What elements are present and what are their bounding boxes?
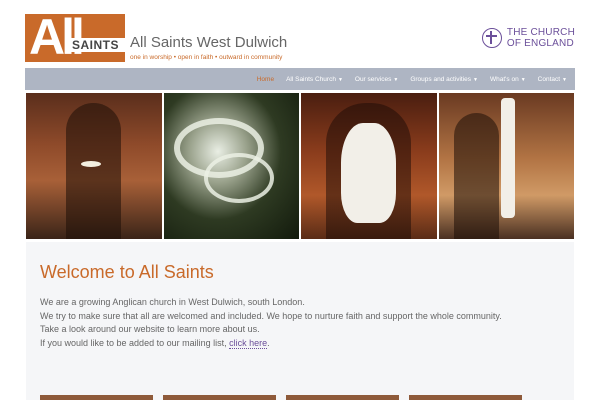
nav-label: All Saints Church: [286, 75, 336, 83]
nav-item-all-saints-church[interactable]: All Saints Church ▼: [286, 76, 343, 83]
site-header: All SAINTS All Saints West Dulwich one i…: [25, 14, 575, 66]
caret-down-icon: ▼: [473, 76, 478, 83]
gallery-photo-water: [163, 93, 299, 239]
welcome-body: We are a growing Anglican church in West…: [40, 296, 502, 350]
welcome-line: We try to make sure that all are welcome…: [40, 310, 502, 321]
site-logo[interactable]: All SAINTS: [25, 14, 125, 62]
thumbnail-row: [40, 395, 570, 400]
mailing-suffix: .: [267, 337, 270, 348]
thumbnail[interactable]: [286, 395, 399, 400]
thumbnail[interactable]: [163, 395, 276, 400]
site-tagline: one in worship • open in faith • outward…: [130, 54, 283, 61]
caret-down-icon: ▼: [562, 76, 567, 83]
caret-down-icon: ▼: [337, 76, 343, 83]
nav-item-whats-on[interactable]: What's on ▼: [490, 76, 526, 83]
coe-line1: THE CHURCH: [506, 27, 575, 38]
coe-text: THE CHURCH OF ENGLAND: [507, 27, 575, 49]
welcome-section: Welcome to All Saints We are a growing A…: [26, 242, 574, 400]
nav-label: Contact: [537, 75, 561, 83]
nav-item-contact[interactable]: Contact ▼: [538, 76, 567, 83]
welcome-line: Take a look around our website to learn …: [40, 324, 260, 334]
gallery-photo-interior: [26, 93, 162, 239]
welcome-line: We are a growing Anglican church in West…: [40, 297, 305, 307]
cross-icon: [481, 28, 502, 48]
mailing-text: If you would like to be added to our mai…: [40, 337, 230, 348]
nav-label: Groups and activities: [410, 75, 472, 83]
nav-item-home[interactable]: Home: [257, 76, 274, 83]
church-of-england-logo[interactable]: THE CHURCH OF ENGLAND: [481, 27, 575, 49]
main-nav: Home All Saints Church ▼ Our services ▼ Gr…: [25, 68, 575, 90]
photo-gallery: [26, 93, 574, 239]
gallery-photo-nave: [438, 93, 574, 239]
nav-item-our-services[interactable]: Our services ▼: [355, 76, 398, 83]
gallery-photo-hanging-cloth: [301, 93, 437, 239]
caret-down-icon: ▼: [393, 76, 399, 83]
thumbnail[interactable]: [40, 395, 153, 400]
site-title[interactable]: All Saints West Dulwich: [130, 34, 287, 51]
coe-line2: OF ENGLAND: [506, 38, 574, 49]
nav-label: What's on: [489, 75, 519, 83]
welcome-title: Welcome to All Saints: [40, 262, 214, 282]
welcome-line-mailing: If you would like to be added to our mai…: [40, 337, 502, 351]
mailing-list-link[interactable]: click here: [229, 337, 268, 349]
caret-down-icon: ▼: [520, 76, 526, 83]
nav-label: Home: [256, 75, 275, 83]
nav-label: Our services: [354, 75, 392, 83]
thumbnail[interactable]: [409, 395, 522, 400]
logo-saints: SAINTS: [72, 38, 120, 52]
nav-item-groups-and-activities[interactable]: Groups and activities ▼: [410, 76, 478, 83]
